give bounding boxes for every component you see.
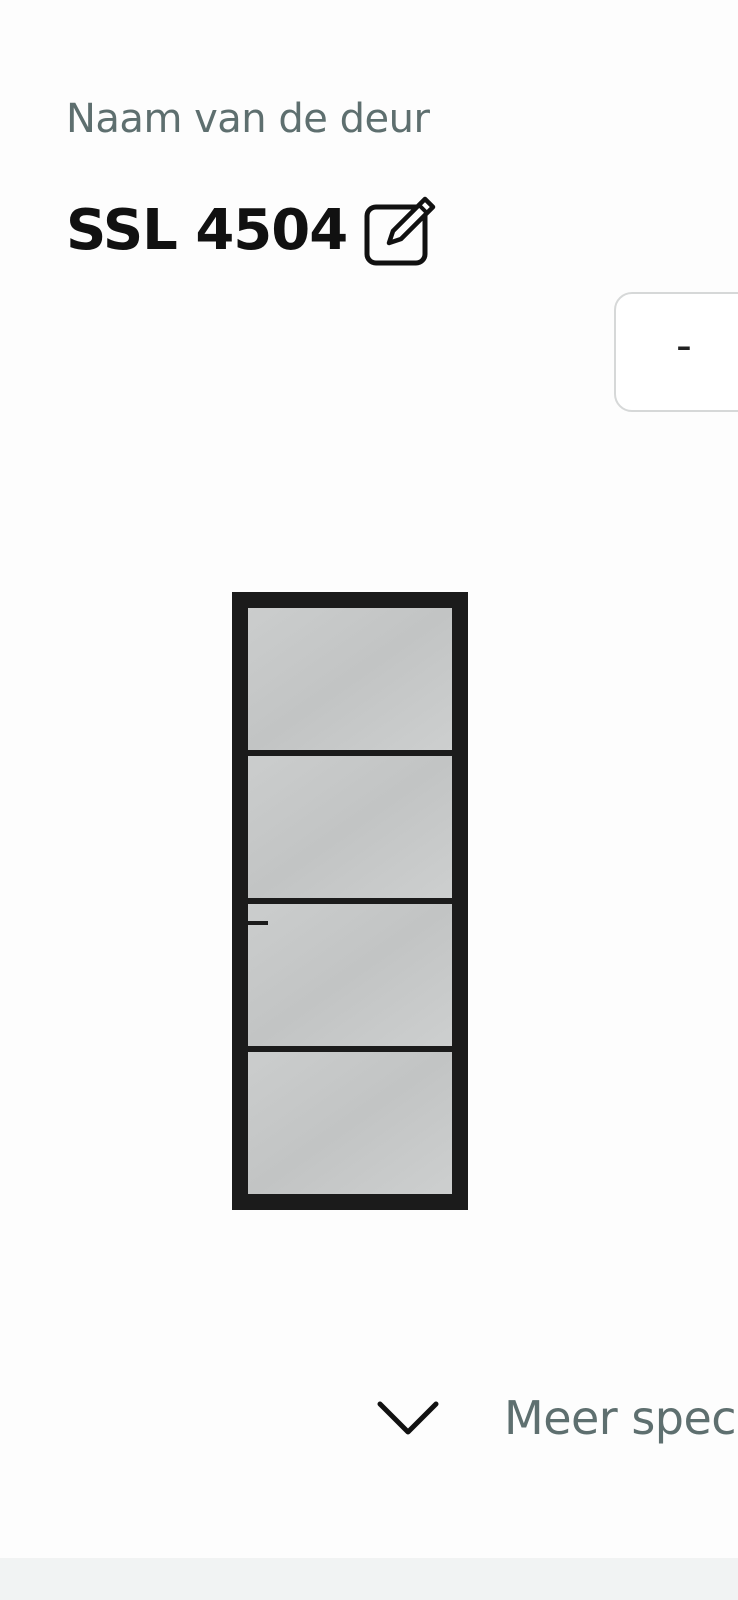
door-handle: [242, 921, 268, 925]
edit-name-button[interactable]: [363, 190, 445, 270]
door-glass-panel-4: [248, 1052, 452, 1194]
door-preview-image: [232, 592, 468, 1210]
quantity-stepper[interactable]: -: [614, 292, 738, 412]
door-glass-panel-1: [248, 608, 452, 750]
quantity-decrement-button[interactable]: -: [676, 320, 692, 371]
chevron-down-icon: [377, 1401, 439, 1435]
door-name-label: Naam van de deur: [66, 96, 430, 142]
door-title-row: SSL 4504: [66, 190, 445, 270]
door-glass-panel-2: [248, 756, 452, 898]
bottom-bar: [0, 1558, 738, 1600]
more-specifications-label: Meer specificaties: [504, 1391, 738, 1445]
door-title: SSL 4504: [66, 197, 348, 263]
door-glass-panel-3: [248, 904, 452, 1046]
more-specifications-toggle[interactable]: Meer specificaties: [376, 1380, 738, 1456]
edit-square-pencil-icon: [364, 196, 436, 266]
door-configurator-page: Naam van de deur SSL 4504 - Meer spec: [0, 0, 738, 1600]
